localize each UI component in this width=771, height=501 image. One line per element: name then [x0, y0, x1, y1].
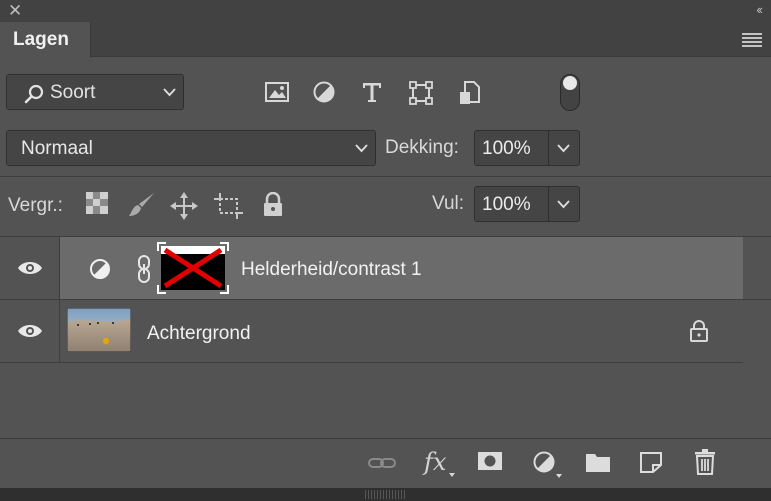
- smart-object-filter-icon[interactable]: [458, 80, 482, 106]
- filter-toggle[interactable]: [560, 74, 580, 111]
- new-group-icon[interactable]: [585, 451, 611, 473]
- chevron-down-icon: [355, 144, 368, 153]
- new-layer-icon[interactable]: [639, 451, 663, 473]
- layer-visibility-toggle[interactable]: [0, 300, 60, 362]
- lock-artboard-icon[interactable]: [214, 192, 244, 220]
- filter-toggle-knob: [563, 76, 577, 90]
- type-filter-icon[interactable]: [360, 80, 384, 104]
- layer-name[interactable]: Helderheid/contrast 1: [241, 259, 422, 281]
- fx-menu-indicator-icon: [449, 473, 455, 477]
- filter-kind-dropdown[interactable]: Soort: [6, 74, 184, 110]
- layer-mask-thumbnail[interactable]: [157, 242, 229, 294]
- opacity-input[interactable]: 100%: [474, 130, 549, 166]
- fill-value: 100%: [482, 194, 531, 215]
- fx-icon[interactable]: fx: [424, 448, 446, 476]
- add-mask-icon[interactable]: [477, 451, 503, 473]
- lock-transparent-pixels-icon[interactable]: [86, 192, 108, 214]
- adjustment-filter-icon[interactable]: [312, 80, 336, 104]
- panel-title-bar: ✕ ‹‹: [0, 0, 771, 22]
- lock-position-icon[interactable]: [170, 192, 198, 220]
- layer-visibility-toggle[interactable]: [0, 237, 60, 299]
- panel-tab-row: Lagen: [0, 22, 771, 58]
- panel-resize-strip: [0, 488, 771, 501]
- layer-image-thumbnail[interactable]: [67, 308, 131, 352]
- fill-dropdown-button[interactable]: [549, 186, 580, 222]
- layer-row-brightness-contrast[interactable]: Helderheid/contrast 1: [0, 237, 743, 299]
- lock-label: Vergr.:: [8, 195, 63, 216]
- chain-link-icon[interactable]: [136, 254, 152, 284]
- fill-input[interactable]: 100%: [474, 186, 549, 222]
- close-panel-button[interactable]: ✕: [8, 1, 22, 21]
- resize-grip[interactable]: [365, 490, 405, 499]
- tab-layers-label: Lagen: [13, 29, 69, 50]
- fx-label: fx: [424, 448, 447, 476]
- eye-icon: [18, 262, 42, 274]
- image-filter-icon[interactable]: [264, 80, 290, 104]
- chevron-down-icon: [163, 88, 176, 97]
- fill-label: Vul:: [432, 193, 465, 214]
- layers-footer-toolbar: fx: [0, 438, 771, 488]
- tab-layers[interactable]: Lagen: [0, 22, 91, 58]
- eye-icon: [18, 325, 42, 337]
- delete-icon[interactable]: [694, 449, 716, 475]
- layer-name[interactable]: Achtergrond: [147, 323, 251, 345]
- shape-filter-icon[interactable]: [408, 80, 434, 106]
- adjustment-layer-icon: [90, 259, 110, 279]
- search-icon: [24, 84, 44, 104]
- layer-locked-icon: [690, 320, 708, 342]
- lock-image-pixels-icon[interactable]: [128, 192, 156, 218]
- opacity-dropdown-button[interactable]: [549, 130, 580, 166]
- collapse-panel-button[interactable]: ‹‹: [756, 2, 763, 17]
- link-layers-icon[interactable]: [367, 455, 397, 471]
- opacity-value: 100%: [482, 138, 531, 159]
- chevron-down-icon: [557, 200, 570, 209]
- divider: [0, 176, 771, 177]
- blend-mode-value: Normaal: [21, 138, 93, 159]
- opacity-label: Dekking:: [385, 137, 459, 158]
- lock-all-icon[interactable]: [262, 192, 284, 218]
- panel-menu-icon[interactable]: [742, 32, 762, 47]
- blend-mode-dropdown[interactable]: Normaal: [6, 130, 376, 166]
- new-adjustment-icon[interactable]: [533, 451, 565, 479]
- chevron-down-icon: [557, 144, 570, 153]
- filter-kind-label: Soort: [50, 82, 96, 103]
- layer-row-background[interactable]: Achtergrond: [0, 300, 743, 362]
- divider: [0, 362, 743, 363]
